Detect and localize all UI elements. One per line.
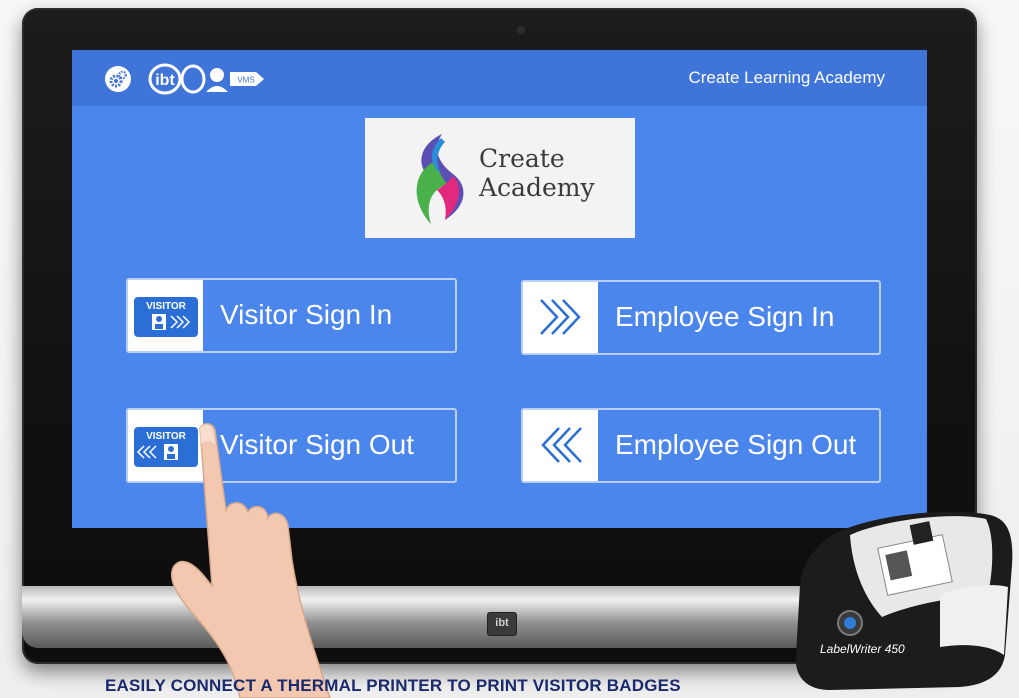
screen-header: ibt VMS Create Learning Academy: [72, 50, 927, 106]
academy-name: Create Academy: [479, 144, 595, 202]
academy-line1: Create: [479, 144, 565, 173]
tile-icon-box: [523, 410, 598, 481]
caption-text: EASILY CONNECT A THERMAL PRINTER TO PRIN…: [105, 676, 681, 695]
pointing-hand-image: [170, 423, 331, 698]
visitor-badge-in-icon: VISITOR: [134, 297, 198, 337]
academy-swirl-icon: [416, 134, 464, 224]
badge-text: VISITOR: [146, 301, 187, 312]
visitor-sign-in-button[interactable]: VISITOR Visitor Sign In: [126, 278, 457, 353]
logo-text: ibt: [155, 72, 175, 89]
bezel-logo: ibt: [487, 612, 517, 636]
academy-logo: Create Academy: [365, 118, 635, 238]
academy-line2: Academy: [479, 173, 595, 202]
tile-icon-box: [523, 282, 598, 353]
organization-name: Create Learning Academy: [688, 68, 885, 87]
employee-sign-out-button[interactable]: Employee Sign Out: [521, 408, 881, 483]
camera-dot: [515, 24, 527, 36]
logo-suffix: VMS: [237, 76, 254, 85]
ibt-vms-logo: ibt VMS: [148, 63, 264, 95]
printer-model: LabelWriter 450: [820, 642, 905, 656]
gear-icon: [109, 70, 127, 88]
chevrons-left-icon: [541, 427, 582, 463]
tile-icon-box: VISITOR: [128, 280, 203, 351]
chevrons-right-icon: [540, 299, 581, 335]
tile-label: Employee Sign Out: [615, 429, 857, 460]
label-printer-image: LabelWriter 450: [795, 511, 1013, 690]
tile-label: Visitor Sign In: [220, 299, 393, 330]
settings-button[interactable]: [105, 66, 131, 92]
tile-label: Employee Sign In: [615, 301, 835, 332]
employee-sign-in-button[interactable]: Employee Sign In: [521, 280, 881, 355]
